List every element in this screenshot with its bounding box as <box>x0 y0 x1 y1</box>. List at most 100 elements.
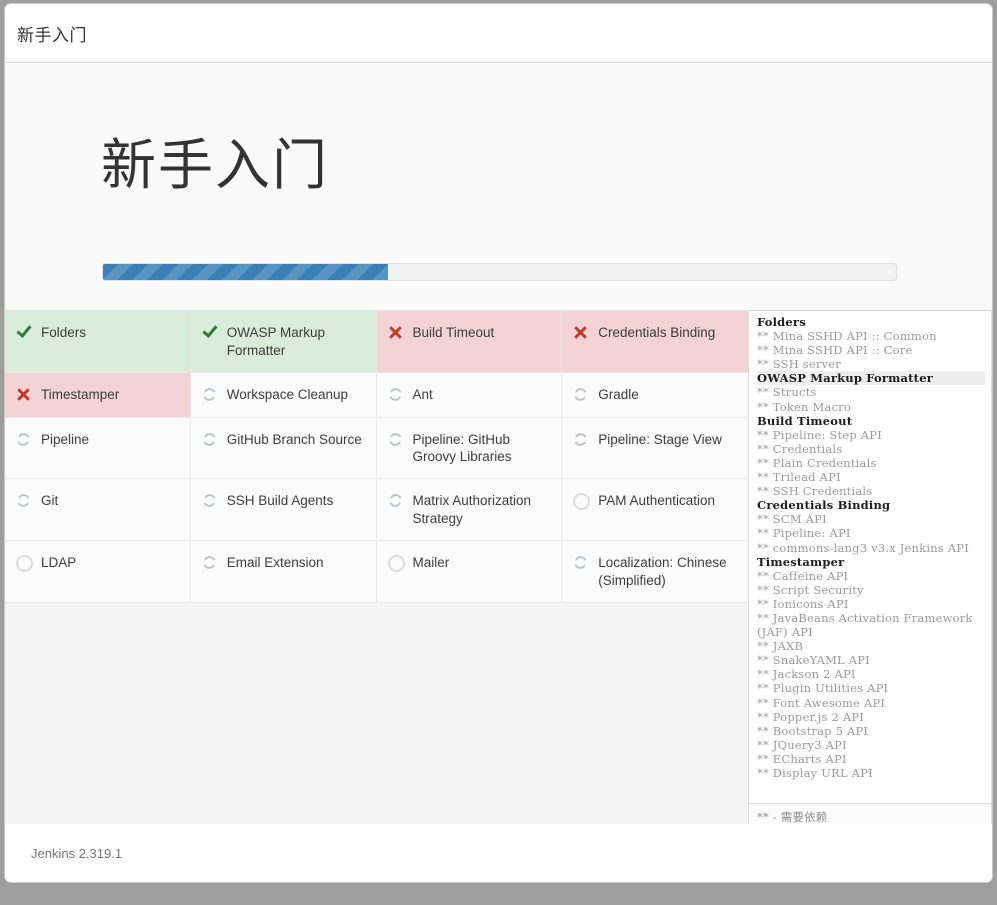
log-line: ** Plain Credentials <box>757 456 985 470</box>
log-line: ** SSH Credentials <box>757 484 985 498</box>
log-line: ** Bootstrap 5 API <box>757 724 985 738</box>
spinner-icon <box>201 386 218 403</box>
install-log-panel[interactable]: Folders** Mina SSHD API :: Common** Mina… <box>748 310 992 832</box>
log-line: ** Pipeline: API <box>757 526 985 540</box>
spinner-icon <box>387 431 404 448</box>
plugin-cell: Credentials Binding <box>562 311 748 373</box>
log-line: ** SnakeYAML API <box>757 653 985 667</box>
spinner-icon <box>201 554 218 571</box>
plugin-cell: PAM Authentication <box>562 479 748 541</box>
log-line: ** Display URL API <box>757 766 985 780</box>
log-line: ** commons-lang3 v3.x Jenkins API <box>757 541 985 555</box>
window-footer: Jenkins 2.319.1 <box>5 824 992 882</box>
plugin-cell: Build Timeout <box>377 311 563 373</box>
plugin-name-label: LDAP <box>41 553 76 572</box>
check-icon <box>15 324 32 341</box>
plugin-name-label: PAM Authentication <box>598 491 715 510</box>
log-line: ** Trilead API <box>757 470 985 484</box>
plugin-cell: Folders <box>5 311 191 373</box>
log-line: ** ECharts API <box>757 752 985 766</box>
plugin-cell: Matrix Authorization Strategy <box>377 479 563 541</box>
plugin-cell: Localization: Chinese (Simplified) <box>562 541 748 603</box>
plugin-cell: Workspace Cleanup <box>191 373 377 418</box>
log-line: OWASP Markup Formatter <box>757 371 985 385</box>
plugin-name-label: SSH Build Agents <box>227 491 334 510</box>
check-icon <box>201 324 218 341</box>
window-header: 新手入门 <box>5 4 992 63</box>
plugin-cell: Timestamper <box>5 373 191 418</box>
log-line: ** Mina SSHD API :: Common <box>757 329 985 343</box>
plugin-name-label: Email Extension <box>227 553 324 572</box>
x-icon <box>572 324 589 341</box>
log-line: ** Mina SSHD API :: Core <box>757 343 985 357</box>
spinner-icon <box>387 492 404 509</box>
spinner-icon <box>572 554 589 571</box>
install-log-list[interactable]: Folders** Mina SSHD API :: Common** Mina… <box>749 311 991 803</box>
plugin-name-label: Git <box>41 491 58 510</box>
install-progress-bar <box>102 263 897 281</box>
log-line: ** Jackson 2 API <box>757 667 985 681</box>
plugin-cell: Email Extension <box>191 541 377 603</box>
log-line: ** Token Macro <box>757 400 985 414</box>
plugin-name-label: Gradle <box>598 385 639 404</box>
spinner-icon <box>15 431 32 448</box>
spinner-icon <box>15 492 32 509</box>
plugin-cell: Pipeline: GitHub Groovy Libraries <box>377 418 563 480</box>
hero-title: 新手入门 <box>101 135 329 196</box>
log-line: ** Font Awesome API <box>757 696 985 710</box>
plugin-name-label: Pipeline <box>41 430 89 449</box>
log-line: ** Structs <box>757 385 985 399</box>
plugin-cell: Git <box>5 479 191 541</box>
log-line: ** JQuery3 API <box>757 738 985 752</box>
plugin-name-label: OWASP Markup Formatter <box>227 323 366 360</box>
jenkins-version-label: Jenkins 2.319.1 <box>31 846 122 861</box>
page-title: 新手入门 <box>17 21 87 46</box>
log-line: ** SSH server <box>757 357 985 371</box>
log-line: ** JAXB <box>757 639 985 653</box>
legend-text: ** - 需要依赖 <box>757 810 983 824</box>
log-line: Timestamper <box>757 555 985 569</box>
log-line: Build Timeout <box>757 414 985 428</box>
log-line: ** Caffeine API <box>757 569 985 583</box>
plugin-name-label: Credentials Binding <box>598 323 715 342</box>
spinner-icon <box>387 386 404 403</box>
ring-icon <box>572 492 589 509</box>
plugin-cell: Ant <box>377 373 563 418</box>
ring-icon <box>387 554 404 571</box>
plugin-cell: Pipeline <box>5 418 191 480</box>
log-line: ** SCM API <box>757 512 985 526</box>
plugin-name-label: Folders <box>41 323 86 342</box>
plugin-name-label: Mailer <box>413 553 450 572</box>
plugin-name-label: Matrix Authorization Strategy <box>413 491 552 528</box>
plugin-grid-wrapper: Folders OWASP Markup Formatter Build Timeo… <box>5 310 748 824</box>
plugin-cell: Pipeline: Stage View <box>562 418 748 480</box>
log-line: Folders <box>757 315 985 329</box>
log-line: Credentials Binding <box>757 498 985 512</box>
plugin-cell: Mailer <box>377 541 563 603</box>
plugin-cell: SSH Build Agents <box>191 479 377 541</box>
plugin-name-label: Localization: Chinese (Simplified) <box>598 553 738 590</box>
install-progress-fill <box>103 264 388 280</box>
plugin-cell: GitHub Branch Source <box>191 418 377 480</box>
spinner-icon <box>201 492 218 509</box>
log-line: ** Script Security <box>757 583 985 597</box>
log-line: ** Pipeline: Step API <box>757 428 985 442</box>
main-content: Folders OWASP Markup Formatter Build Timeo… <box>5 310 992 824</box>
plugin-name-label: Ant <box>413 385 433 404</box>
spinner-icon <box>201 431 218 448</box>
log-line: ** Ionicons API <box>757 597 985 611</box>
spinner-icon <box>572 386 589 403</box>
log-line: ** Popper.js 2 API <box>757 710 985 724</box>
plugin-name-label: Build Timeout <box>413 323 495 342</box>
log-line: ** Credentials <box>757 442 985 456</box>
plugin-name-label: Timestamper <box>41 385 119 404</box>
plugin-cell: Gradle <box>562 373 748 418</box>
setup-wizard-window: 新手入门 新手入门 Folders OWASP Markup Formatter B… <box>4 3 993 883</box>
plugin-name-label: Pipeline: GitHub Groovy Libraries <box>413 430 552 467</box>
plugin-name-label: Pipeline: Stage View <box>598 430 722 449</box>
plugin-status-grid: Folders OWASP Markup Formatter Build Timeo… <box>5 310 748 603</box>
hero-section: 新手入门 <box>5 63 992 310</box>
x-icon <box>387 324 404 341</box>
plugin-cell: LDAP <box>5 541 191 603</box>
spinner-icon <box>572 431 589 448</box>
